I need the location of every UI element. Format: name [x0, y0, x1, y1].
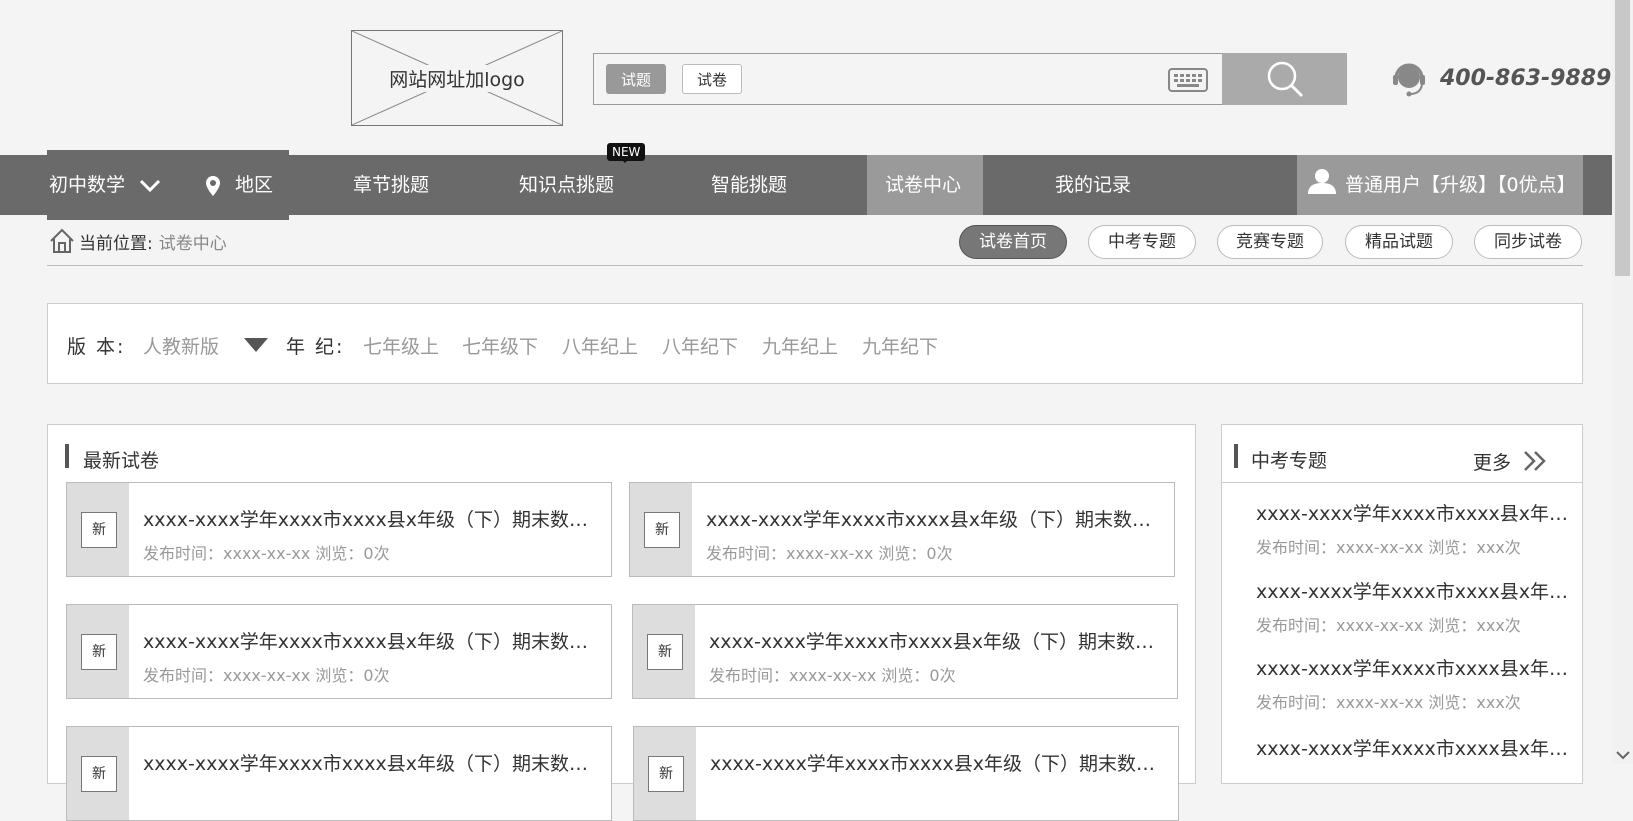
- paper-title[interactable]: xxxx-xxxx学年xxxx市xxxx县x年级（下）期末数学试卷: [143, 627, 599, 654]
- location-pin-icon: [206, 175, 220, 196]
- new-label: 新: [644, 512, 680, 548]
- user-label: 普通用户【升级】【0优点】: [1345, 174, 1576, 196]
- side-item-meta: 发布时间：xxxx-xx-xx 浏览：xxx次: [1256, 693, 1521, 712]
- subject-label: 初中数学: [49, 174, 126, 196]
- paper-title[interactable]: xxxx-xxxx学年xxxx市xxxx县x年级（下）期末数学试卷: [143, 749, 599, 776]
- paper-card[interactable]: 新 xxxx-xxxx学年xxxx市xxxx县x年级（下）期末数学试卷 发布时间…: [629, 482, 1175, 577]
- side-header-divider: [1221, 482, 1583, 483]
- double-chevron-right-icon: [1524, 451, 1546, 471]
- grade-option-7a[interactable]: 七年级上: [363, 332, 439, 359]
- region-selector[interactable]: 地区: [205, 155, 273, 215]
- page-scrollbar[interactable]: [1612, 0, 1633, 764]
- new-label: 新: [81, 634, 117, 670]
- edition-label: 版 本:: [67, 336, 126, 358]
- side-item-meta: 发布时间：xxxx-xx-xx 浏览：xxx次: [1256, 616, 1521, 635]
- nav-item-chapter[interactable]: 章节挑题: [353, 155, 429, 215]
- paper-meta: 发布时间：xxxx-xx-xx 浏览：0次: [143, 544, 390, 563]
- side-item-title[interactable]: xxxx-xxxx学年xxxx市xxxx县x年级（下）期末数学试卷: [1256, 734, 1571, 761]
- paper-meta: 发布时间：xxxx-xx-xx 浏览：0次: [709, 666, 956, 685]
- paper-meta: 发布时间：xxxx-xx-xx 浏览：0次: [143, 666, 390, 685]
- edition-value[interactable]: 人教新版: [143, 332, 219, 359]
- section-marker: [65, 444, 69, 468]
- user-menu[interactable]: 普通用户【升级】【0优点】: [1307, 155, 1576, 215]
- paper-title[interactable]: xxxx-xxxx学年xxxx市xxxx县x年级（下）期末数学试卷: [143, 505, 599, 532]
- region-label: 地区: [235, 174, 274, 196]
- breadcrumb: 当前位置: 试卷中心: [49, 228, 227, 254]
- caret-down-icon[interactable]: [243, 337, 269, 353]
- more-link[interactable]: 更多: [1473, 448, 1549, 475]
- paper-meta: 发布时间：xxxx-xx-xx 浏览：0次: [706, 544, 953, 563]
- search-input[interactable]: [754, 62, 1154, 96]
- grade-label: 年 纪:: [286, 336, 345, 358]
- nav-item-paper-center[interactable]: 试卷中心: [885, 155, 961, 215]
- subnav-premium[interactable]: 精品试题: [1345, 225, 1453, 259]
- grade-option-8a[interactable]: 八年纪上: [562, 332, 638, 359]
- paper-card[interactable]: 新 xxxx-xxxx学年xxxx市xxxx县x年级（下）期末数学试卷: [66, 726, 612, 821]
- filter-bar: 版 本: 人教新版 年 纪: 七年级上 七年级下 八年纪上 八年纪下 九年纪上 …: [47, 303, 1583, 384]
- subnav-paper-home[interactable]: 试卷首页: [959, 225, 1067, 259]
- paper-card[interactable]: 新 xxxx-xxxx学年xxxx市xxxx县x年级（下）期末数学试卷 发布时间…: [66, 604, 612, 699]
- grade-option-9a[interactable]: 九年纪上: [762, 332, 838, 359]
- section-marker: [1234, 444, 1238, 468]
- search-tab-questions[interactable]: 试题: [606, 64, 667, 94]
- scroll-down-arrow-icon[interactable]: [1616, 750, 1630, 760]
- side-item-title[interactable]: xxxx-xxxx学年xxxx市xxxx县x年级（下）期末数学试卷: [1256, 499, 1571, 526]
- search-box: 试题 试卷: [593, 53, 1347, 105]
- zhongkao-panel: [1221, 424, 1583, 784]
- nav-item-knowledge[interactable]: 知识点挑题: [519, 155, 614, 215]
- paper-card[interactable]: 新 xxxx-xxxx学年xxxx市xxxx县x年级（下）期末数学试卷: [633, 726, 1179, 821]
- search-button[interactable]: [1222, 53, 1347, 105]
- new-badge: NEW: [607, 143, 646, 163]
- new-label: 新: [648, 756, 684, 792]
- side-item-meta: 发布时间：xxxx-xx-xx 浏览：xxx次: [1256, 538, 1521, 557]
- paper-card[interactable]: 新 xxxx-xxxx学年xxxx市xxxx县x年级（下）期末数学试卷 发布时间…: [632, 604, 1178, 699]
- nav-item-my-records[interactable]: 我的记录: [1055, 155, 1131, 215]
- user-icon: [1308, 169, 1336, 194]
- new-label: 新: [81, 512, 117, 548]
- customer-service-icon: [1393, 63, 1425, 97]
- subnav-sync[interactable]: 同步试卷: [1474, 225, 1582, 259]
- logo-text: 网站网址加logo: [387, 64, 527, 92]
- hotline-number: 400-863-9889: [1440, 65, 1612, 91]
- grade-option-8b[interactable]: 八年纪下: [662, 332, 738, 359]
- paper-title[interactable]: xxxx-xxxx学年xxxx市xxxx县x年级（下）期末数学试卷: [706, 505, 1162, 532]
- keyboard-icon[interactable]: [1168, 68, 1208, 92]
- latest-papers-title: 最新试卷: [83, 450, 160, 472]
- nav-item-smart[interactable]: 智能挑题: [711, 155, 787, 215]
- paper-card[interactable]: 新 xxxx-xxxx学年xxxx市xxxx县x年级（下）期末数学试卷 发布时间…: [66, 482, 612, 577]
- side-item-title[interactable]: xxxx-xxxx学年xxxx市xxxx县x年级（下）期末数学试卷: [1256, 654, 1571, 681]
- search-icon: [1267, 61, 1303, 98]
- scrollbar-thumb[interactable]: [1615, 0, 1630, 276]
- paper-title[interactable]: xxxx-xxxx学年xxxx市xxxx县x年级（下）期末数学试卷: [709, 627, 1165, 654]
- subnav-zhongkao[interactable]: 中考专题: [1088, 225, 1196, 259]
- hotline: 400-863-9889: [1390, 58, 1611, 98]
- breadcrumb-current[interactable]: 试卷中心: [159, 229, 227, 254]
- subnav-competition[interactable]: 竞赛专题: [1217, 225, 1323, 259]
- new-label: 新: [81, 756, 117, 792]
- paper-title[interactable]: xxxx-xxxx学年xxxx市xxxx县x年级（下）期末数学试卷: [710, 749, 1166, 776]
- breadcrumb-label: 当前位置:: [79, 233, 153, 254]
- search-tab-papers[interactable]: 试卷: [682, 64, 743, 94]
- grade-option-9b[interactable]: 九年纪下: [862, 332, 938, 359]
- new-label: 新: [647, 634, 683, 670]
- chevron-down-icon: [140, 179, 161, 192]
- subject-selector[interactable]: 初中数学: [49, 155, 161, 215]
- grade-option-7b[interactable]: 七年级下: [462, 332, 538, 359]
- zhongkao-title: 中考专题: [1251, 450, 1328, 472]
- side-item-title[interactable]: xxxx-xxxx学年xxxx市xxxx县x年级（下）期末数学试卷: [1256, 577, 1571, 604]
- site-logo[interactable]: 网站网址加logo: [351, 30, 563, 126]
- home-icon[interactable]: [49, 228, 75, 254]
- more-label: 更多: [1473, 452, 1512, 474]
- breadcrumb-divider: [47, 265, 1583, 266]
